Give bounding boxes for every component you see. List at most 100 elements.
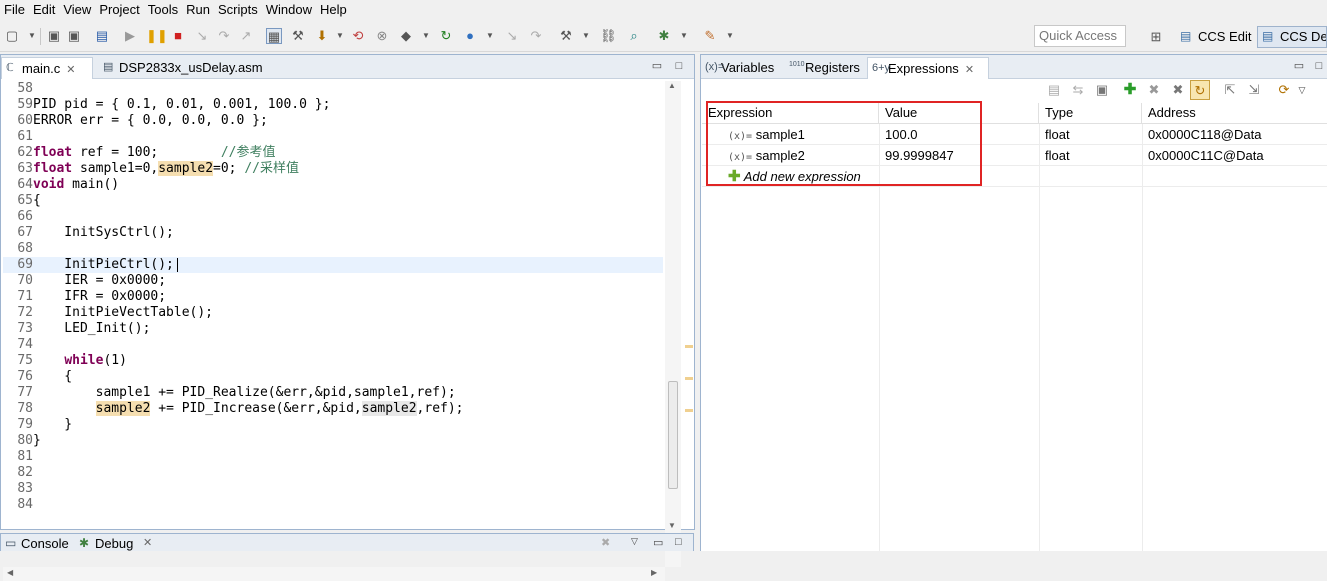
- code-line[interactable]: 66: [3, 209, 663, 225]
- show-type-names-icon[interactable]: ⇆: [1070, 82, 1086, 98]
- code-line[interactable]: 74: [3, 337, 663, 353]
- run-icon[interactable]: ↻: [438, 28, 454, 44]
- code-line[interactable]: 76 {: [3, 369, 663, 385]
- menu-scripts[interactable]: Scripts: [214, 0, 262, 20]
- add-expression-icon[interactable]: ✚: [1122, 82, 1138, 98]
- target-config-icon[interactable]: ◆: [398, 28, 414, 44]
- menu-help[interactable]: Help: [316, 0, 351, 20]
- open-perspective-icon[interactable]: ⊞: [1148, 29, 1164, 45]
- view-menu-icon[interactable]: ▽: [631, 536, 638, 547]
- perspective-ccs-edit[interactable]: ▤ CCS Edit: [1175, 26, 1255, 48]
- instruction-stepping-icon[interactable]: ▦: [266, 28, 282, 44]
- export-icon[interactable]: ⇲: [1246, 82, 1262, 98]
- code-line[interactable]: 79 }: [3, 417, 663, 433]
- code-line[interactable]: 80}: [3, 433, 663, 449]
- code-line[interactable]: 75 while(1): [3, 353, 663, 369]
- code-line[interactable]: 67 InitSysCtrl();: [3, 225, 663, 241]
- external-tools-icon[interactable]: ✎: [702, 28, 718, 44]
- code-line[interactable]: 68: [3, 241, 663, 257]
- dropdown-arrow-icon[interactable]: ▼: [24, 28, 40, 44]
- step-return-icon[interactable]: ↗: [238, 28, 254, 44]
- terminate-icon[interactable]: ■: [170, 28, 186, 44]
- save-all-icon[interactable]: ▣: [66, 28, 82, 44]
- menu-file[interactable]: File: [0, 0, 29, 20]
- maximize-icon[interactable]: □: [1313, 60, 1325, 72]
- dropdown-arrow-icon[interactable]: ▼: [578, 28, 594, 44]
- tab-main-c[interactable]: ℂmain.c ✕: [1, 57, 93, 79]
- view-menu-icon[interactable]: ▽: [1294, 82, 1310, 98]
- build-hammer-icon[interactable]: ⚒: [558, 28, 574, 44]
- dropdown-arrow-icon[interactable]: ▼: [722, 28, 738, 44]
- scroll-up-icon[interactable]: ▲: [668, 81, 676, 90]
- code-line[interactable]: 77 sample1 += PID_Realize(&err,&pid,samp…: [3, 385, 663, 401]
- new-icon[interactable]: ▢: [4, 28, 20, 44]
- assembly-step-into-icon[interactable]: ↘: [504, 28, 520, 44]
- dropdown-arrow-icon[interactable]: ▼: [332, 28, 348, 44]
- scroll-right-icon[interactable]: ▶: [651, 568, 657, 577]
- layout-icon[interactable]: ▣: [1094, 82, 1110, 98]
- code-line[interactable]: 70 IER = 0x0000;: [3, 273, 663, 289]
- code-line[interactable]: 65{: [3, 193, 663, 209]
- minimize-icon[interactable]: ▭: [651, 60, 663, 72]
- tab-console[interactable]: Console: [21, 536, 69, 551]
- code-line[interactable]: 73 LED_Init();: [3, 321, 663, 337]
- load-program-icon[interactable]: ⬇: [314, 28, 330, 44]
- tab-dsp2833x-usdelay-asm[interactable]: ▤ DSP2833x_usDelay.asm: [99, 57, 279, 79]
- close-icon[interactable]: ✕: [66, 64, 75, 76]
- quick-access-input[interactable]: Quick Access: [1034, 25, 1126, 47]
- code-line[interactable]: 63 float sample1=0,sample2=0; //采样值: [3, 161, 663, 177]
- restart-icon[interactable]: ⟲: [350, 28, 366, 44]
- dropdown-arrow-icon[interactable]: ▼: [482, 28, 498, 44]
- refresh-icon[interactable]: ⟳: [1276, 82, 1292, 98]
- disconnect-icon[interactable]: ⊗: [374, 28, 390, 44]
- continuous-refresh-icon[interactable]: ↻: [1190, 80, 1210, 100]
- remove-expression-icon[interactable]: ✖: [1146, 82, 1162, 98]
- search-icon[interactable]: ⌕: [626, 28, 642, 44]
- maximize-icon[interactable]: □: [673, 60, 685, 72]
- link-icon[interactable]: ⛓: [600, 28, 617, 44]
- code-line[interactable]: 82: [3, 465, 663, 481]
- debug-console-icon[interactable]: ▤: [94, 28, 110, 44]
- menu-window[interactable]: Window: [262, 0, 316, 20]
- code-line[interactable]: 83: [3, 481, 663, 497]
- menu-edit[interactable]: Edit: [29, 0, 59, 20]
- assembly-step-over-icon[interactable]: ↷: [528, 28, 544, 44]
- dropdown-arrow-icon[interactable]: ▼: [418, 28, 434, 44]
- horizontal-scrollbar[interactable]: ◀ ▶: [3, 567, 665, 581]
- scroll-left-icon[interactable]: ◀: [7, 568, 13, 577]
- tab-debug[interactable]: Debug: [95, 536, 133, 551]
- dropdown-arrow-icon[interactable]: ▼: [676, 28, 692, 44]
- debug-bug-icon[interactable]: ✱: [656, 28, 672, 44]
- code-line[interactable]: 59 PID pid = { 0.1, 0.01, 0.001, 100.0 };: [3, 97, 663, 113]
- scrollbar-thumb[interactable]: [668, 381, 678, 489]
- code-line[interactable]: 61: [3, 129, 663, 145]
- column-header-type[interactable]: Type: [1039, 103, 1142, 124]
- code-line[interactable]: 81: [3, 449, 663, 465]
- code-line[interactable]: 78 sample2 += PID_Increase(&err,&pid,sam…: [3, 401, 663, 417]
- perspective-ccs-debug[interactable]: ▤ CCS Deb: [1257, 26, 1327, 48]
- step-into-icon[interactable]: ↘: [194, 28, 210, 44]
- scroll-down-icon[interactable]: ▼: [668, 521, 676, 530]
- code-line[interactable]: 84: [3, 497, 663, 513]
- code-line[interactable]: 71 IFR = 0x0000;: [3, 289, 663, 305]
- menu-project[interactable]: Project: [95, 0, 143, 20]
- step-over-icon[interactable]: ↷: [216, 28, 232, 44]
- save-icon[interactable]: ▣: [46, 28, 62, 44]
- tab-registers[interactable]: 1010 Registers: [785, 57, 865, 79]
- code-line[interactable]: 62 float ref = 100; //参考值: [3, 145, 663, 161]
- menu-run[interactable]: Run: [182, 0, 214, 20]
- column-header-address[interactable]: Address: [1142, 103, 1327, 124]
- remove-all-terminated-icon[interactable]: ✖: [601, 536, 610, 549]
- tab-variables[interactable]: (x)= Variables: [701, 57, 785, 79]
- debug-icon[interactable]: ●: [462, 28, 478, 44]
- close-icon[interactable]: ✕: [143, 536, 152, 549]
- code-line[interactable]: 64 void main(): [3, 177, 663, 193]
- menu-view[interactable]: View: [59, 0, 95, 20]
- vertical-scrollbar[interactable]: ▲ ▼: [665, 81, 681, 567]
- remove-all-expressions-icon[interactable]: ✖: [1170, 82, 1186, 98]
- code-line[interactable]: 60 ERROR err = { 0.0, 0.0, 0.0 };: [3, 113, 663, 129]
- minimize-icon[interactable]: ▭: [1293, 60, 1305, 72]
- reset-icon[interactable]: ⚒: [290, 28, 306, 44]
- collapse-all-icon[interactable]: ▤: [1046, 82, 1062, 98]
- tab-expressions[interactable]: 6+y Expressions ✕: [867, 57, 989, 79]
